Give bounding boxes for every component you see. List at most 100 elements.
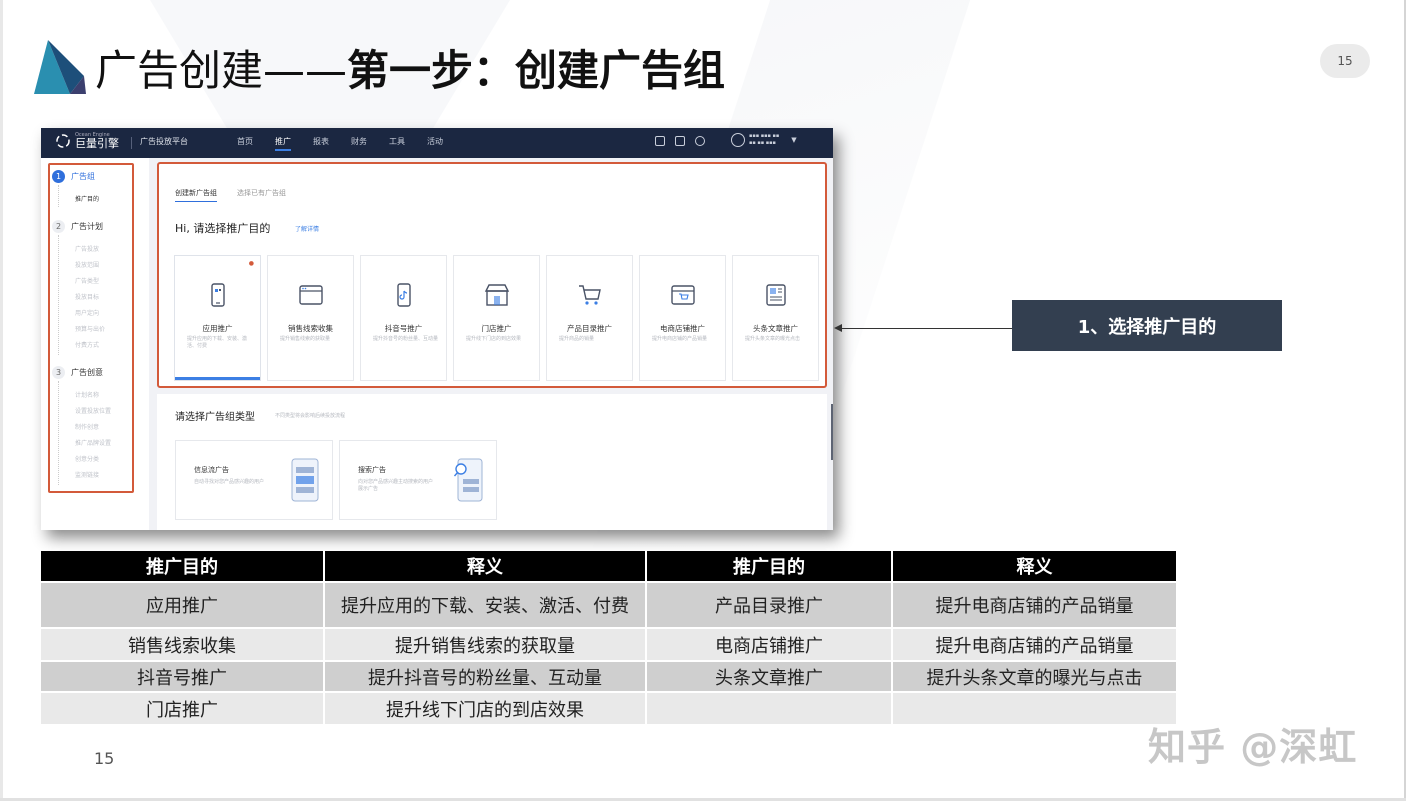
purpose-card-app[interactable]: ● 应用推广 提升应用的下载、安装、激活、付费: [174, 255, 261, 381]
tab-select-existing-group[interactable]: 选择已有广告组: [237, 188, 286, 202]
purpose-card-leads[interactable]: 销售线索收集 提升销售线索的获取量: [267, 255, 354, 381]
table-row: 销售线索收集 提升销售线索的获取量 电商店铺推广 提升电商店铺的产品销量: [41, 627, 1178, 661]
app-top-bar: Ocean Engine 巨量引擎 广告投放平台 首页 推广 报表 财务 工具 …: [41, 128, 833, 158]
column-header: 释义: [324, 551, 647, 582]
sub-step[interactable]: 计划名称: [75, 390, 99, 399]
page-number: 15: [94, 749, 115, 768]
purpose-prompt: Hi, 请选择推广目的: [175, 222, 271, 235]
storefront-icon: [484, 284, 510, 306]
search-phone-icon: [454, 458, 483, 502]
sub-step[interactable]: 付费方式: [75, 340, 99, 349]
step-number: 1: [52, 170, 65, 183]
purpose-card-douyin[interactable]: 抖音号推广 提升抖音号的粉丝量、互动量: [360, 255, 447, 381]
top-icons: [655, 136, 705, 146]
step-label: 广告创意: [71, 368, 103, 377]
group-type-panel: 请选择广告组类型 不同类型将会影响后续投放流程 信息流广告 自动寻找对您产品感兴…: [157, 394, 827, 530]
table-row: 应用推广 提升应用的下载、安装、激活、付费 产品目录推广 提升电商店铺的产品销量: [41, 581, 1178, 628]
step-connector: [58, 235, 59, 355]
ad-platform-screenshot: Ocean Engine 巨量引擎 广告投放平台 首页 推广 报表 财务 工具 …: [41, 128, 833, 530]
user-info: ▪▪▪ ▪▪▪ ▪▪ ▪▪ ▪▪ ▪▪▪: [749, 133, 780, 146]
table-cell: 提升应用的下载、安装、激活、付费: [324, 581, 647, 628]
article-icon: [766, 284, 786, 306]
help-icon[interactable]: [695, 136, 705, 146]
callout-line: [838, 328, 1012, 329]
nav-home[interactable]: 首页: [237, 136, 253, 147]
main-content: 创建新广告组 选择已有广告组 Hi, 请选择推广目的 了解详情 ● 应用推广 提…: [149, 158, 833, 530]
sub-step[interactable]: 监测链接: [75, 470, 99, 479]
avatar: [731, 133, 745, 147]
sub-step[interactable]: 推广品牌设置: [75, 438, 111, 447]
step-number: 3: [52, 366, 65, 379]
step-ad-plan[interactable]: 2 广告计划: [52, 220, 103, 233]
sub-step[interactable]: 投放目标: [75, 292, 99, 301]
card-title: 门店推广: [481, 324, 512, 333]
sub-step[interactable]: 预算与出价: [75, 324, 105, 333]
douyin-phone-icon: [397, 283, 411, 307]
sub-step[interactable]: 设置投放位置: [75, 406, 111, 415]
user-menu[interactable]: ▪▪▪ ▪▪▪ ▪▪ ▪▪ ▪▪ ▪▪▪ ▼: [731, 133, 797, 147]
card-desc: 提升销售线索的获取量: [280, 336, 331, 342]
browser-window-icon: [299, 285, 323, 305]
table-cell: 头条文章推广: [646, 660, 893, 692]
card-desc: 提升抖音号的粉丝量、互动量: [373, 336, 439, 342]
table-cell: 电商店铺推广: [646, 627, 893, 661]
nav-activities[interactable]: 活动: [427, 136, 443, 147]
purpose-panel: 创建新广告组 选择已有广告组 Hi, 请选择推广目的 了解详情 ● 应用推广 提…: [157, 162, 827, 388]
card-desc: 提升头条文章的曝光点击: [745, 336, 801, 342]
nav-tools[interactable]: 工具: [389, 136, 405, 147]
type-section-title: 请选择广告组类型: [175, 412, 255, 423]
nav-promotion[interactable]: 推广: [275, 136, 291, 151]
step-ad-group[interactable]: 1 广告组: [52, 170, 95, 183]
platform-name: 广告投放平台: [140, 137, 188, 146]
sub-step[interactable]: 创意分类: [75, 454, 99, 463]
nav-reports[interactable]: 报表: [313, 136, 329, 147]
table-cell: 提升销售线索的获取量: [324, 627, 647, 661]
sub-step[interactable]: 用户定向: [75, 308, 99, 317]
sub-step[interactable]: 投放范围: [75, 260, 99, 269]
phone-icon[interactable]: [675, 136, 685, 146]
learn-more-link[interactable]: 了解详情: [295, 224, 319, 233]
type-card-search[interactable]: 搜索广告 向对您产品感兴趣主动搜索的用户展示广告: [339, 440, 497, 520]
table-row: 抖音号推广 提升抖音号的粉丝量、互动量 头条文章推广 提升头条文章的曝光与点击: [41, 660, 1178, 692]
shopping-cart-icon: [579, 285, 601, 305]
group-tabs: 创建新广告组 选择已有广告组: [175, 188, 286, 202]
top-nav: 首页 推广 报表 财务 工具 活动: [237, 136, 443, 151]
scrollbar[interactable]: [831, 404, 833, 460]
ocean-engine-logo-icon: [56, 134, 70, 148]
sub-step[interactable]: 广告类型: [75, 276, 99, 285]
table-cell: 销售线索收集: [41, 627, 325, 661]
table-cell: 产品目录推广: [646, 581, 893, 628]
purpose-cards: ● 应用推广 提升应用的下载、安装、激活、付费 销售线索收集 提升销售线索的获取…: [174, 255, 819, 381]
purpose-card-article[interactable]: 头条文章推广 提升头条文章的曝光点击: [732, 255, 819, 381]
purpose-card-store[interactable]: 门店推广 提升线下门店的到店效果: [453, 255, 540, 381]
page-badge: 15: [1320, 44, 1370, 78]
purpose-card-catalog[interactable]: 产品目录推广 提升商品的销量: [546, 255, 633, 381]
sub-step[interactable]: 推广目的: [75, 194, 99, 203]
table-header-row: 推广目的 释义 推广目的 释义: [41, 551, 1178, 582]
card-title: 抖音号推广: [384, 324, 423, 333]
sub-step[interactable]: 广告投放: [75, 244, 99, 253]
type-section-hint: 不同类型将会影响后续投放流程: [275, 413, 346, 419]
brand-separator: [131, 137, 132, 149]
watermark: 知乎 @深虹: [1148, 725, 1358, 769]
column-header: 推广目的: [41, 551, 325, 582]
step-label: 广告计划: [71, 222, 103, 231]
slide-title-main: 第一步：创建广告组: [347, 46, 726, 95]
mail-icon[interactable]: [655, 136, 665, 146]
brand-name: 巨量引擎: [75, 137, 119, 150]
selected-marker-icon: ●: [248, 260, 254, 267]
sub-step[interactable]: 制作创意: [75, 422, 99, 431]
table-cell: 抖音号推广: [41, 660, 325, 692]
table-cell: 应用推广: [41, 581, 325, 628]
table-cell: 提升抖音号的粉丝量、互动量: [324, 660, 647, 692]
table-cell: 提升电商店铺的产品销量: [892, 581, 1178, 628]
card-title: 产品目录推广: [567, 324, 612, 333]
nav-finance[interactable]: 财务: [351, 136, 367, 147]
card-title: 应用推广: [202, 324, 233, 333]
tab-create-new-group[interactable]: 创建新广告组: [175, 188, 217, 202]
column-header: 释义: [892, 551, 1178, 582]
step-ad-creative[interactable]: 3 广告创意: [52, 366, 103, 379]
type-card-feed[interactable]: 信息流广告 自动寻找对您产品感兴趣的用户: [175, 440, 333, 520]
brand: Ocean Engine 巨量引擎: [55, 132, 119, 150]
purpose-card-ecommerce[interactable]: 电商店铺推广 提升电商店铺的产品销量: [639, 255, 726, 381]
